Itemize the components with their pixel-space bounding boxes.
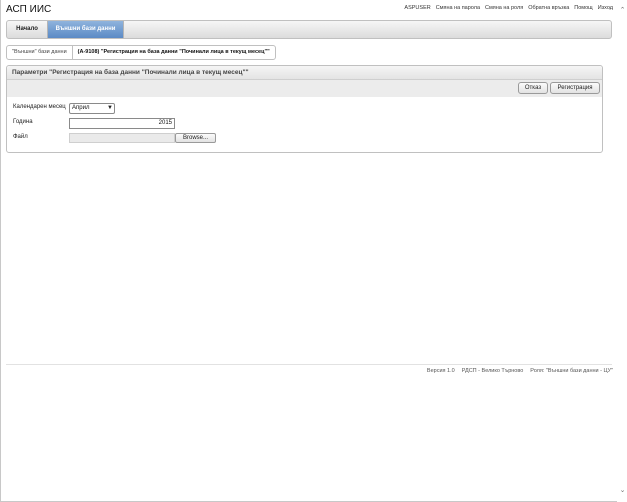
panel-toolbar: Отказ Регистрация (7, 80, 602, 97)
nav-tab-external-databases[interactable]: Външни бази данни (47, 21, 124, 38)
breadcrumb-parent[interactable]: "Външни" бази данни (7, 46, 73, 59)
user-link[interactable]: ASPUSER (404, 5, 430, 11)
app-title: АСП ИИС (6, 4, 52, 15)
file-path-field[interactable] (69, 133, 175, 143)
breadcrumb-current: (А-9108) "Регистрация на база данни "Поч… (77, 49, 270, 55)
parameters-panel: Параметри "Регистрация на база данни "По… (6, 65, 603, 153)
footer-divider (6, 364, 612, 365)
register-button[interactable]: Регистрация (550, 82, 600, 94)
year-input[interactable]: 2015 (69, 118, 175, 129)
chevron-up-icon[interactable]: ⌃ (619, 7, 626, 14)
month-label: Календарен месец (13, 104, 66, 110)
nav-tab-home[interactable]: Начало (7, 21, 47, 38)
breadcrumb: "Външни" бази данни (А-9108) "Регистраци… (6, 45, 276, 60)
footer-role: Роля: "Външни бази данни - ЦУ" (530, 368, 613, 374)
footer-organization: РДСП - Велико Търново (461, 368, 524, 374)
footer: Версия 1.0 РДСП - Велико Търново Роля: "… (427, 368, 613, 374)
top-links: ASPUSER Смяна на парола Смяна на роля Об… (404, 5, 613, 11)
panel-title: Параметри "Регистрация на база данни "По… (7, 66, 602, 80)
footer-version: Версия 1.0 (426, 368, 455, 374)
change-password-link[interactable]: Смяна на парола (436, 5, 480, 11)
chevron-down-icon: ▼ (107, 105, 113, 111)
logout-link[interactable]: Изход (598, 5, 613, 11)
feedback-link[interactable]: Обратна връзка (528, 5, 569, 11)
file-label: Файл (13, 134, 28, 140)
change-role-link[interactable]: Смяна на роля (485, 5, 523, 11)
help-link[interactable]: Помощ (574, 5, 592, 11)
page-scrollbar[interactable]: ⌃ ⌄ (617, 0, 627, 502)
browse-button[interactable]: Browse... (175, 133, 216, 143)
month-value: Април (72, 105, 90, 111)
cancel-button[interactable]: Отказ (518, 82, 548, 94)
year-label: Година (13, 119, 33, 125)
chevron-down-icon[interactable]: ⌄ (619, 487, 626, 494)
month-select[interactable]: Април ▼ (69, 103, 115, 114)
main-nav: Начало Външни бази данни (6, 20, 612, 39)
